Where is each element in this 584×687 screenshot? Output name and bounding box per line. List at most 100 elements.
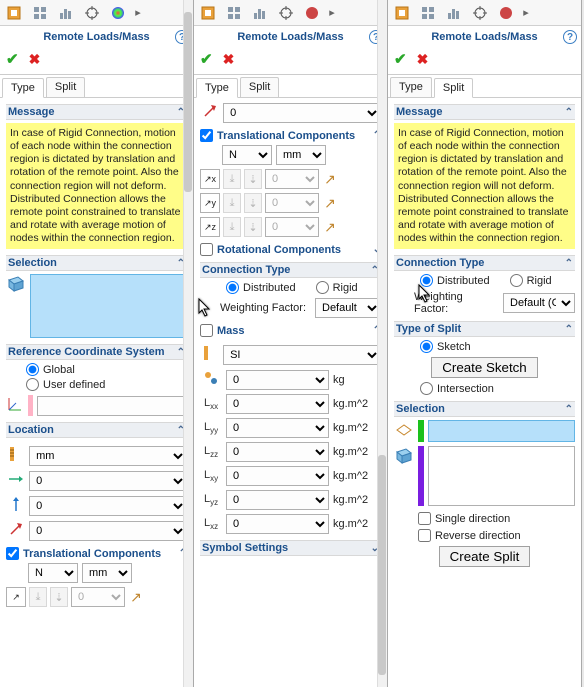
- tc-btn-b[interactable]: ⇣: [50, 587, 68, 607]
- conntype-header[interactable]: Connection Type ⌃: [200, 262, 381, 278]
- dir-arrow-icon[interactable]: ↗: [322, 171, 338, 188]
- tab-type[interactable]: Type: [196, 78, 238, 98]
- radio-distributed[interactable]: Distributed: [226, 281, 296, 294]
- help-icon[interactable]: ?: [563, 30, 577, 44]
- force-unit-select[interactable]: N: [222, 145, 272, 165]
- radio-intersection[interactable]: Intersection: [420, 382, 575, 395]
- radio-global[interactable]: Global: [26, 363, 187, 376]
- inertia-value-lzz[interactable]: 0: [226, 442, 329, 462]
- check-reverse-direction[interactable]: Reverse direction: [418, 529, 575, 542]
- check-single-direction[interactable]: Single direction: [418, 512, 575, 525]
- coord-icon[interactable]: [6, 395, 24, 416]
- location-unit-select[interactable]: mm: [29, 446, 187, 466]
- inertia-value-lyz[interactable]: 0: [226, 490, 329, 510]
- tool-chart-icon[interactable]: [248, 2, 272, 24]
- loc-z-input[interactable]: 0: [29, 521, 187, 541]
- rot-comp-check[interactable]: [200, 243, 213, 256]
- tool-featuretree-icon[interactable]: [390, 2, 414, 24]
- face-select-icon[interactable]: [6, 274, 26, 294]
- radio-sketch[interactable]: Sketch: [420, 340, 575, 353]
- tool-target-icon[interactable]: [80, 2, 104, 24]
- cancel-icon[interactable]: ✖: [29, 51, 41, 68]
- selection-listbox[interactable]: [30, 274, 187, 338]
- loc-x-input[interactable]: 0: [29, 471, 187, 491]
- tab-split[interactable]: Split: [434, 78, 473, 98]
- ok-icon[interactable]: ✔: [394, 50, 407, 68]
- dir-arrow-icon[interactable]: ↗: [322, 219, 338, 236]
- edge-select-icon[interactable]: [394, 420, 414, 440]
- weighting-select[interactable]: Default: [315, 298, 381, 318]
- selection-listbox-1[interactable]: [428, 420, 575, 442]
- tool-target-icon[interactable]: [468, 2, 492, 24]
- axis-x-button[interactable]: ↗x: [200, 169, 220, 189]
- tc-y-value[interactable]: 0: [265, 193, 319, 213]
- tool-chart-icon[interactable]: [442, 2, 466, 24]
- inertia-value-lxz[interactable]: 0: [226, 514, 329, 534]
- tool-overflow-icon[interactable]: ▸: [326, 2, 338, 24]
- tool-grid-icon[interactable]: [28, 2, 52, 24]
- conntype-header[interactable]: Connection Type ⌃: [394, 255, 575, 271]
- ok-icon[interactable]: ✔: [6, 50, 19, 68]
- radio-rigid[interactable]: Rigid: [316, 281, 358, 294]
- scrollbar[interactable]: [183, 0, 193, 687]
- tab-type[interactable]: Type: [2, 78, 44, 98]
- tool-overflow-icon[interactable]: ▸: [520, 2, 532, 24]
- selection-listbox-2[interactable]: [428, 446, 575, 506]
- dir-arrow-icon[interactable]: ↗: [128, 589, 144, 606]
- selection-header[interactable]: Selection ⌃: [6, 255, 187, 271]
- top-value-select[interactable]: 0: [223, 103, 381, 123]
- trans-comp-header[interactable]: Translational Components ⌃: [6, 547, 187, 560]
- tool-featuretree-icon[interactable]: [196, 2, 220, 24]
- split-type-header[interactable]: Type of Split ⌃: [394, 321, 575, 337]
- tc-btn-a[interactable]: ⤓: [29, 587, 47, 607]
- create-sketch-button[interactable]: Create Sketch: [431, 357, 537, 378]
- tool-target-icon[interactable]: [274, 2, 298, 24]
- tool-grid-icon[interactable]: [416, 2, 440, 24]
- refcoord-header[interactable]: Reference Coordinate System ⌃: [6, 344, 187, 360]
- ok-icon[interactable]: ✔: [200, 50, 213, 68]
- inertia-value-lxy[interactable]: 0: [226, 466, 329, 486]
- tool-featuretree-icon[interactable]: [2, 2, 26, 24]
- symbol-settings-header[interactable]: Symbol Settings ⌄: [200, 540, 381, 556]
- inertia-value-lxx[interactable]: 0: [226, 394, 329, 414]
- tab-type[interactable]: Type: [390, 77, 432, 97]
- message-header[interactable]: Message ⌃: [394, 104, 575, 120]
- radio-rigid[interactable]: Rigid: [510, 274, 552, 287]
- coord-sys-input[interactable]: [37, 396, 187, 416]
- create-split-button[interactable]: Create Split: [439, 546, 531, 567]
- location-header[interactable]: Location ⌃: [6, 422, 187, 438]
- tool-appearance-icon[interactable]: [300, 2, 324, 24]
- scrollbar[interactable]: [377, 0, 387, 687]
- trans-comp-check[interactable]: [6, 547, 19, 560]
- face-select-icon[interactable]: [394, 446, 414, 466]
- force-unit-select[interactable]: N: [28, 563, 78, 583]
- tc-x-value[interactable]: 0: [265, 169, 319, 189]
- tc-z-value[interactable]: 0: [265, 217, 319, 237]
- tool-appearance-icon[interactable]: [106, 2, 130, 24]
- scroll-thumb[interactable]: [184, 12, 192, 192]
- tab-split[interactable]: Split: [240, 77, 279, 97]
- mass-header[interactable]: Mass ⌃: [200, 324, 381, 337]
- content-scroll[interactable]: Message ⌃ In case of Rigid Connection, m…: [388, 98, 581, 687]
- selection-header[interactable]: Selection ⌃: [394, 401, 575, 417]
- mass-unitsys-select[interactable]: SI: [223, 345, 381, 365]
- radio-userdefined[interactable]: User defined: [26, 378, 187, 391]
- axis-x-button[interactable]: ↗: [6, 587, 26, 607]
- axis-z-button[interactable]: ↗z: [200, 217, 220, 237]
- cancel-icon[interactable]: ✖: [417, 51, 429, 68]
- content-scroll[interactable]: Message ⌃ In case of Rigid Connection, m…: [0, 98, 193, 687]
- rot-comp-header[interactable]: Rotational Components ⌄: [200, 243, 381, 256]
- len-unit-select[interactable]: mm: [276, 145, 326, 165]
- len-unit-select[interactable]: mm: [82, 563, 132, 583]
- dir-arrow-icon[interactable]: ↗: [322, 195, 338, 212]
- tc-x-value[interactable]: 0: [71, 587, 125, 607]
- content-scroll[interactable]: 0 Translational Components ⌃ N mm ↗x ⤓⇣ …: [194, 98, 387, 687]
- scroll-thumb[interactable]: [378, 455, 386, 675]
- cancel-icon[interactable]: ✖: [223, 51, 235, 68]
- tab-split[interactable]: Split: [46, 77, 85, 97]
- radio-distributed[interactable]: Distributed: [420, 274, 490, 287]
- message-header[interactable]: Message ⌃: [6, 104, 187, 120]
- loc-y-input[interactable]: 0: [29, 496, 187, 516]
- mass-value[interactable]: 0: [226, 370, 329, 390]
- trans-comp-header[interactable]: Translational Components ⌃: [200, 129, 381, 142]
